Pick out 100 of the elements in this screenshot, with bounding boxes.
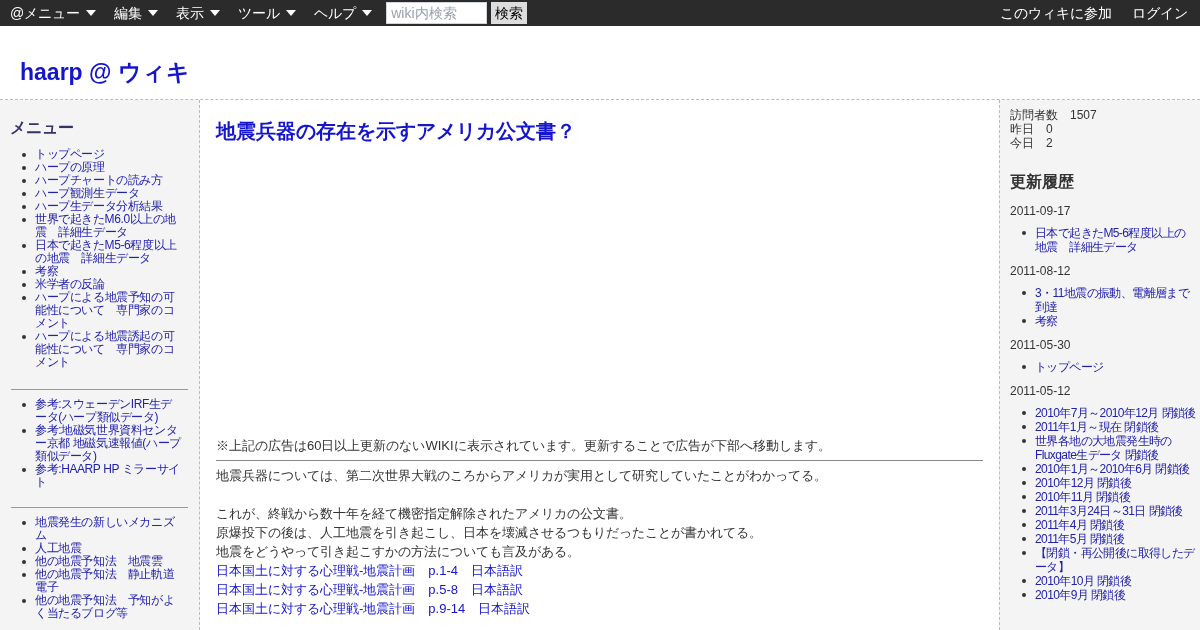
history-link[interactable]: 2011年1月～現在 閉鎖後 xyxy=(1035,420,1159,434)
bullet-icon xyxy=(1022,425,1026,429)
history-link[interactable]: 2010年1月～2010年6月 閉鎖後 xyxy=(1035,462,1190,476)
history-link[interactable]: 世界各地の大地震発生時のFluxgate生データ 閉鎖後 xyxy=(1035,434,1196,462)
update-date: 2011-08-12 xyxy=(1010,263,1072,280)
bullet-icon xyxy=(22,166,26,170)
wiki-title[interactable]: haarp @ ウィキ xyxy=(20,54,190,89)
bullet-icon xyxy=(22,153,26,157)
menu-button[interactable]: ヘルプ xyxy=(314,2,373,24)
bullet-icon xyxy=(22,403,26,407)
menu-link[interactable]: 参考:地磁気世界資料センター京都 地磁気速報値(ハープ類似データ) xyxy=(35,424,181,463)
menu-link[interactable]: ハープの原理 xyxy=(35,161,105,174)
menu-button[interactable]: 編集 xyxy=(114,2,159,24)
history-link[interactable]: 2011年3月24日～31日 閉鎖後 xyxy=(1035,504,1183,518)
menu-link[interactable]: ハープ生データ分析結果 xyxy=(35,200,163,213)
bullet-icon xyxy=(22,429,26,433)
bullet-icon xyxy=(22,468,26,472)
history-link[interactable]: 3・11地震の振動、電離層まで到達 xyxy=(1035,286,1196,314)
bullet-icon xyxy=(22,547,26,551)
history-link[interactable]: 2010年7月～2010年12月 閉鎖後 xyxy=(1035,406,1196,420)
menu-link[interactable]: 参考:スウェーデンIRF生データ(ハープ類似データ) xyxy=(35,398,181,424)
menu-link[interactable]: 他の地震予知法 静止軌道電子 xyxy=(35,568,181,594)
history-link[interactable]: 日本で起きたM5-6程度以上の地震 詳細生データ xyxy=(1035,226,1196,254)
sidebar-heading: メニュー xyxy=(10,118,75,138)
update-date: 2011-09-17 xyxy=(1010,203,1072,220)
bullet-icon xyxy=(1022,593,1026,597)
body-text: 地震兵器については、第二次世界大戦のころからアメリカが実用として研究していたことがわかってる。 xyxy=(216,467,828,485)
visitor-count: 今日 2 xyxy=(1010,136,1054,150)
document-link[interactable]: 日本国土に対する心理戦-地震計画 p.9-14 日本語訳 xyxy=(216,599,531,618)
menu-link[interactable]: 地震発生の新しいメカニズム xyxy=(35,516,181,542)
bullet-icon xyxy=(1022,481,1026,485)
history-link[interactable]: 2011年5月 閉鎖後 xyxy=(1035,532,1125,546)
body-text: 原爆投下の後は、人工地震を引き起こし、日本を壊滅させるつもりだったことが書かれてる。 xyxy=(216,524,763,542)
menu-link[interactable]: ハープによる地震予知の可能性について 専門家のコメント xyxy=(35,291,181,330)
visitor-count: 訪問者数 1507 xyxy=(1010,108,1098,122)
update-date: 2011-05-12 xyxy=(1010,383,1072,400)
history-link[interactable]: 2010年10月 閉鎖後 xyxy=(1035,574,1132,588)
bullet-icon xyxy=(1022,551,1026,555)
bullet-icon xyxy=(1022,439,1026,443)
history-link[interactable]: 考察 xyxy=(1035,314,1058,328)
menu-link[interactable]: ハープチャートの読み方 xyxy=(35,174,163,187)
bullet-icon xyxy=(1022,509,1026,513)
bullet-icon xyxy=(1022,231,1026,235)
history-heading: 更新履歴 xyxy=(1010,172,1075,192)
bullet-icon xyxy=(1022,365,1026,369)
history-link[interactable]: 2011年4月 閉鎖後 xyxy=(1035,518,1125,532)
menu-button[interactable]: @メニュー xyxy=(10,2,97,24)
bullet-icon xyxy=(22,296,26,300)
bullet-icon xyxy=(1022,319,1026,323)
menu-button[interactable]: ツール xyxy=(238,2,297,24)
bullet-icon xyxy=(1022,537,1026,541)
visitor-count: 昨日 0 xyxy=(1010,122,1054,136)
menu-link[interactable]: 世界で起きたM6.0以上の地震 詳細生データ xyxy=(35,213,181,239)
menu-link[interactable]: 他の地震予知法 予知がよく当たるブログ等 xyxy=(35,594,181,620)
history-link[interactable]: 2010年9月 閉鎖後 xyxy=(1035,588,1126,602)
search-button[interactable]: 検索 xyxy=(491,2,528,24)
caret-icon xyxy=(362,10,373,16)
bullet-icon xyxy=(22,218,26,222)
document-link[interactable]: 日本国土に対する心理戦-地震計画 p.1-4 日本語訳 xyxy=(216,561,523,580)
menu-link[interactable]: 人工地震 xyxy=(35,542,82,555)
history-link[interactable]: 【閉鎖・再公開後に取得したデータ】 xyxy=(1035,546,1196,574)
history-link[interactable]: 2010年12月 閉鎖後 xyxy=(1035,476,1132,490)
bullet-icon xyxy=(22,192,26,196)
nav-link[interactable]: ログイン xyxy=(1132,2,1188,24)
ad-notice: ※上記の広告は60日以上更新のないWIKIに表示されています。更新することで広告が下部へ移動します。 xyxy=(216,437,832,455)
bullet-icon xyxy=(22,179,26,183)
body-text: 地震をどうやって引き起こすかの方法についても言及がある。 xyxy=(216,543,581,561)
menu-link[interactable]: ハープによる地震誘起の可能性について 専門家のコメント xyxy=(35,330,181,369)
body-text: これが、終戦から数十年を経て機密指定解除されたアメリカの公文書。 xyxy=(216,505,633,523)
bullet-icon xyxy=(1022,291,1026,295)
menu-link[interactable]: 他の地震予知法 地震雲 xyxy=(35,555,163,568)
search-field[interactable]: wiki内検索 xyxy=(386,2,488,24)
history-link[interactable]: トップページ xyxy=(1035,360,1104,374)
caret-icon xyxy=(286,10,297,16)
bullet-icon xyxy=(1022,467,1026,471)
bullet-icon xyxy=(1022,579,1026,583)
bullet-icon xyxy=(22,573,26,577)
menu-link[interactable]: 米学者の反論 xyxy=(35,278,105,291)
caret-icon xyxy=(148,10,159,16)
bullet-icon xyxy=(22,205,26,209)
bullet-icon xyxy=(22,283,26,287)
bullet-icon xyxy=(1022,411,1026,415)
bullet-icon xyxy=(22,560,26,564)
history-link[interactable]: 2010年11月 閉鎖後 xyxy=(1035,490,1131,504)
bullet-icon xyxy=(22,599,26,603)
bullet-icon xyxy=(1022,495,1026,499)
menu-link[interactable]: トップページ xyxy=(35,148,105,161)
page-title: 地震兵器の存在を示すアメリカ公文書？ xyxy=(216,119,577,144)
bullet-icon xyxy=(22,244,26,248)
caret-icon xyxy=(210,10,221,16)
bullet-icon xyxy=(22,521,26,525)
bullet-icon xyxy=(22,335,26,339)
document-link[interactable]: 日本国土に対する心理戦-地震計画 p.5-8 日本語訳 xyxy=(216,580,523,599)
menu-link[interactable]: 日本で起きたM5-6程度以上の地震 詳細生データ xyxy=(35,239,181,265)
menu-button[interactable]: 表示 xyxy=(176,2,221,24)
nav-link[interactable]: このウィキに参加 xyxy=(1000,2,1112,24)
caret-icon xyxy=(86,10,97,16)
menu-link[interactable]: 考察 xyxy=(35,265,59,278)
menu-link[interactable]: ハープ観測生データ xyxy=(35,187,140,200)
menu-link[interactable]: 参考:HAARP HP ミラーサイト xyxy=(35,463,181,489)
